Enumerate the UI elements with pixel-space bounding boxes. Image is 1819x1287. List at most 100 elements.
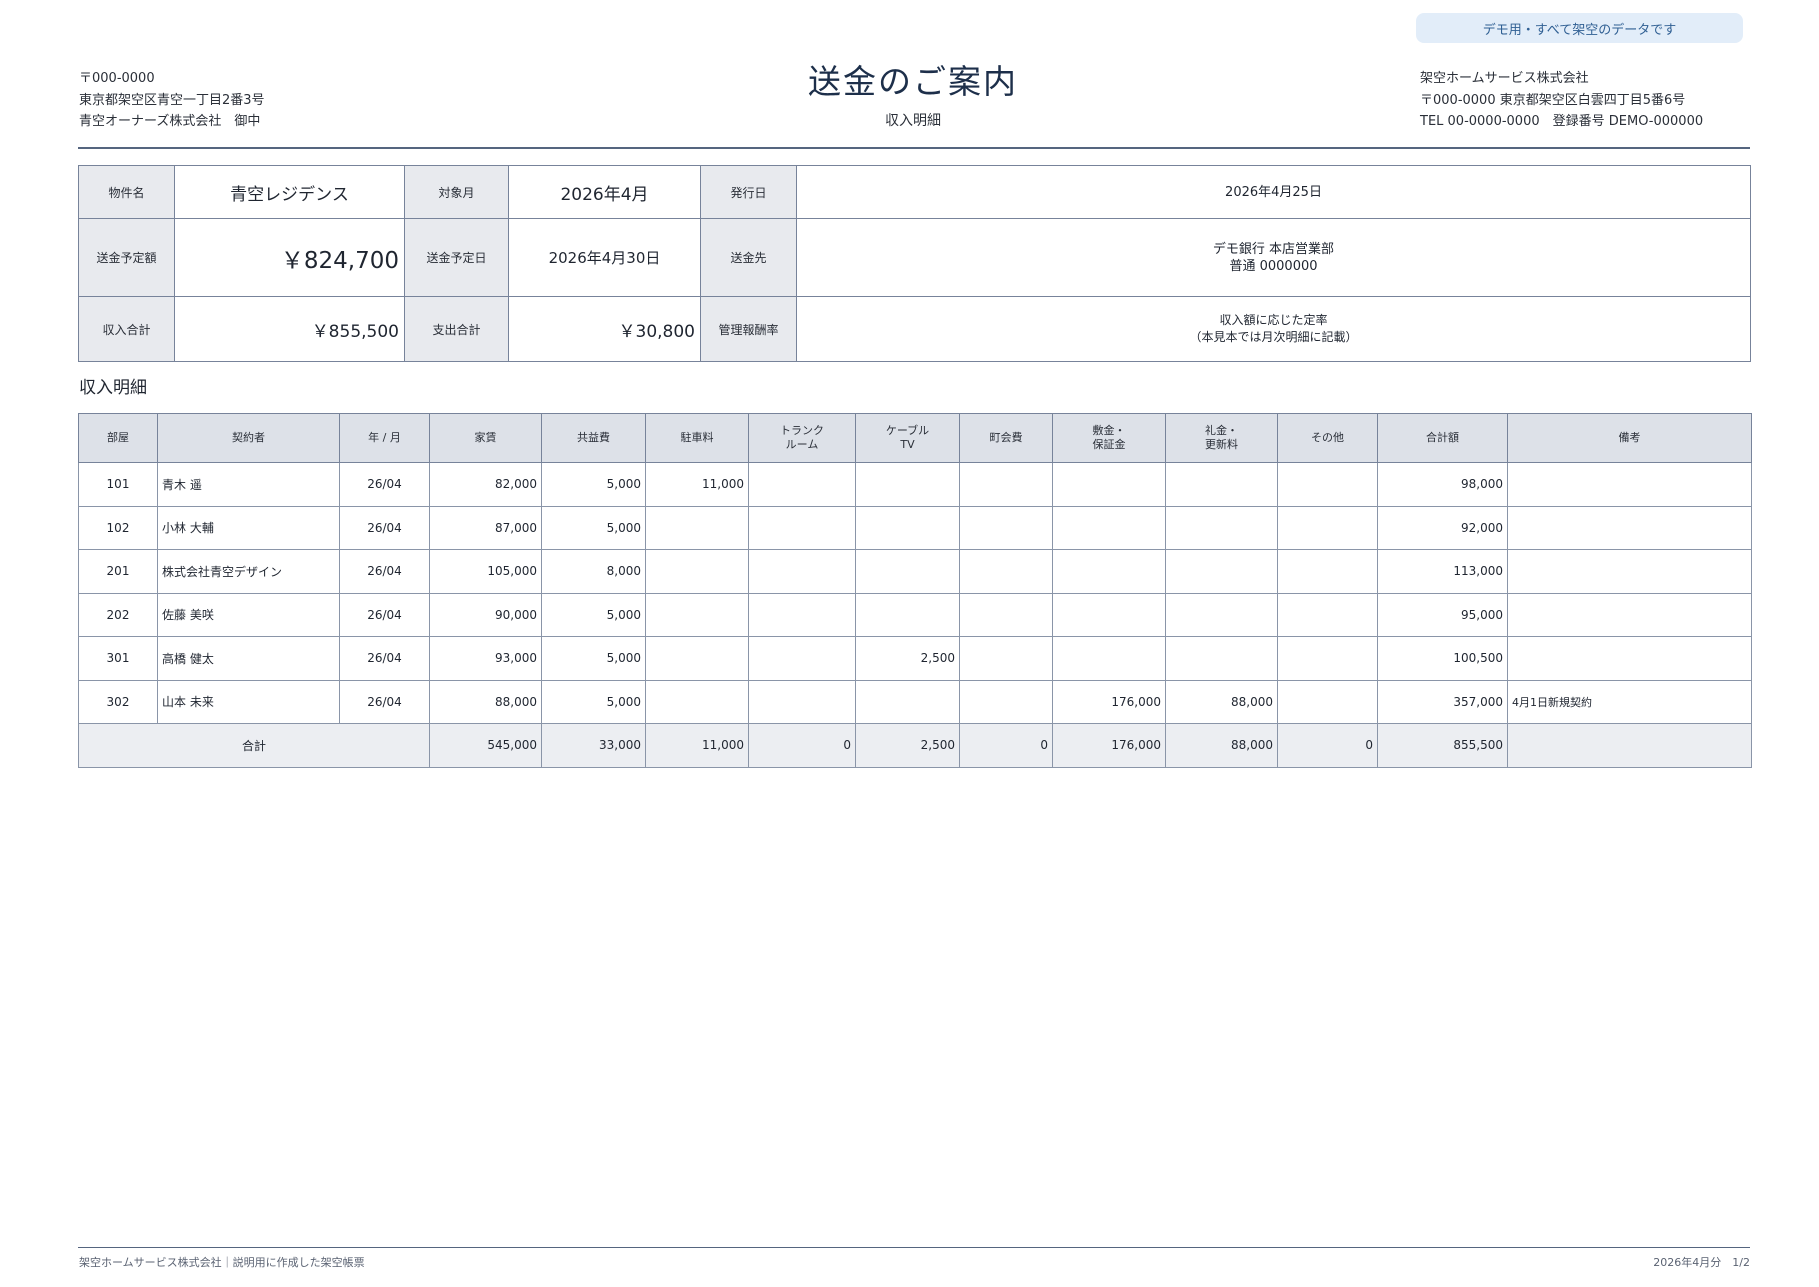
col-year-month: 年 / 月 [339, 413, 430, 463]
cell-note [1507, 636, 1752, 681]
cell-cable-tv [855, 679, 960, 724]
remit-date-label: 送金予定日 [404, 218, 509, 297]
total-trunk-room: 0 [748, 723, 856, 768]
remit-date-value: 2026年4月30日 [508, 218, 701, 297]
cell-deposit [1052, 505, 1166, 550]
cell-common-fee: 8,000 [541, 549, 646, 594]
col-key-line2: 更新料 [1205, 438, 1238, 451]
fee-rate-line2: （本見本では月次明細に記載） [1189, 330, 1358, 344]
fee-rate-line1: 収入額に応じた定率 [1219, 313, 1328, 327]
col-cable-line2: TV [900, 438, 915, 451]
demo-badge: デモ用・すべて架空のデータです [1416, 13, 1743, 43]
cell-year-month: 26/04 [339, 549, 430, 594]
cell-common-fee: 5,000 [541, 592, 646, 637]
cell-trunk-room [748, 636, 856, 681]
cell-town-fee [959, 679, 1053, 724]
col-cable-tv: ケーブル TV [855, 413, 960, 463]
cell-town-fee [959, 549, 1053, 594]
cell-year-month: 26/04 [339, 462, 430, 507]
summary-row: 物件名 青空レジデンス 対象月 2026年4月 発行日 2026年4月25日 [78, 165, 1751, 219]
summary-table: 物件名 青空レジデンス 対象月 2026年4月 発行日 2026年4月25日 送… [78, 165, 1751, 362]
header-row: 部屋 契約者 年 / 月 家賃 共益費 駐車料 トランク ルーム ケーブル TV 町… [78, 413, 1752, 463]
col-total: 合計額 [1377, 413, 1508, 463]
cell-rent: 82,000 [429, 462, 542, 507]
cell-deposit [1052, 462, 1166, 507]
cell-cable-tv [855, 462, 960, 507]
cell-key-money [1165, 549, 1278, 594]
cell-common-fee: 5,000 [541, 462, 646, 507]
col-cable-line1: ケーブル [885, 424, 930, 437]
cell-parking [645, 592, 749, 637]
issuer-address: 〒000-0000 東京都架空区白雲四丁目5番6号 [1420, 92, 1686, 108]
recipient-street: 東京都架空区青空一丁目2番3号 [79, 92, 265, 108]
total-cable-tv: 2,500 [855, 723, 960, 768]
cell-total: 92,000 [1377, 505, 1508, 550]
cell-room: 301 [78, 636, 158, 681]
cell-deposit [1052, 592, 1166, 637]
cell-deposit [1052, 636, 1166, 681]
cell-other [1277, 549, 1378, 594]
document-title-block: 送金のご案内 収入明細 [713, 60, 1113, 130]
cell-total: 98,000 [1377, 462, 1508, 507]
footer-divider [78, 1247, 1750, 1248]
total-key-money: 88,000 [1165, 723, 1278, 768]
recipient-name: 青空オーナーズ株式会社 御中 [79, 114, 261, 129]
cell-note [1507, 505, 1752, 550]
cell-trunk-room [748, 592, 856, 637]
table-row: 202 佐藤 美咲 26/04 90,000 5,000 95,000 [78, 592, 1752, 637]
table-row: 102 小林 大輔 26/04 87,000 5,000 92,000 [78, 505, 1752, 550]
destination-bank: デモ銀行 本店営業部 [1212, 241, 1335, 257]
cell-rent: 105,000 [429, 549, 542, 594]
cell-parking: 11,000 [645, 462, 749, 507]
cell-town-fee [959, 505, 1053, 550]
header-divider [78, 147, 1750, 149]
cell-common-fee: 5,000 [541, 505, 646, 550]
col-deposit-line1: 敷金・ [1092, 424, 1126, 437]
col-room: 部屋 [78, 413, 158, 463]
summary-row: 送金予定額 ￥824,700 送金予定日 2026年4月30日 送金先 デモ銀行… [78, 218, 1751, 297]
cell-common-fee: 5,000 [541, 636, 646, 681]
cell-other [1277, 592, 1378, 637]
col-town-fee: 町会費 [959, 413, 1053, 463]
col-other: その他 [1277, 413, 1378, 463]
cell-other [1277, 679, 1378, 724]
destination-label: 送金先 [700, 218, 797, 297]
cell-cable-tv [855, 592, 960, 637]
detail-body: 101 青木 遥 26/04 82,000 5,000 11,000 98,00… [78, 462, 1752, 768]
cell-note [1507, 549, 1752, 594]
cell-key-money [1165, 636, 1278, 681]
cell-other [1277, 462, 1378, 507]
income-total-value: ￥855,500 [174, 296, 405, 362]
month-value: 2026年4月 [508, 165, 701, 219]
total-rent: 545,000 [429, 723, 542, 768]
col-rent: 家賃 [429, 413, 542, 463]
cell-key-money [1165, 505, 1278, 550]
cell-rent: 93,000 [429, 636, 542, 681]
cell-town-fee [959, 636, 1053, 681]
col-parking: 駐車料 [645, 413, 749, 463]
cell-key-money: 88,000 [1165, 679, 1278, 724]
cell-parking [645, 679, 749, 724]
cell-parking [645, 549, 749, 594]
cell-total: 113,000 [1377, 549, 1508, 594]
footer-company: 架空ホームサービス株式会社｜説明用に作成した架空帳票 [79, 1256, 365, 1269]
cell-room: 101 [78, 462, 158, 507]
cell-deposit: 176,000 [1052, 679, 1166, 724]
cell-rent: 90,000 [429, 592, 542, 637]
total-deposit: 176,000 [1052, 723, 1166, 768]
recipient-postal: 〒000-0000 [79, 71, 155, 86]
cell-year-month: 26/04 [339, 679, 430, 724]
cell-key-money [1165, 592, 1278, 637]
table-row: 101 青木 遥 26/04 82,000 5,000 11,000 98,00… [78, 462, 1752, 507]
col-trunk-room: トランク ルーム [748, 413, 856, 463]
cell-tenant: 小林 大輔 [157, 505, 340, 550]
cell-common-fee: 5,000 [541, 679, 646, 724]
cell-note [1507, 592, 1752, 637]
cell-cable-tv: 2,500 [855, 636, 960, 681]
fee-rate-value: 収入額に応じた定率 （本見本では月次明細に記載） [796, 296, 1751, 362]
totals-row: 合計 545,000 33,000 11,000 0 2,500 0 176,0… [78, 723, 1752, 768]
cell-rent: 87,000 [429, 505, 542, 550]
cell-total: 357,000 [1377, 679, 1508, 724]
col-key-money: 礼金・ 更新料 [1165, 413, 1278, 463]
cell-room: 201 [78, 549, 158, 594]
